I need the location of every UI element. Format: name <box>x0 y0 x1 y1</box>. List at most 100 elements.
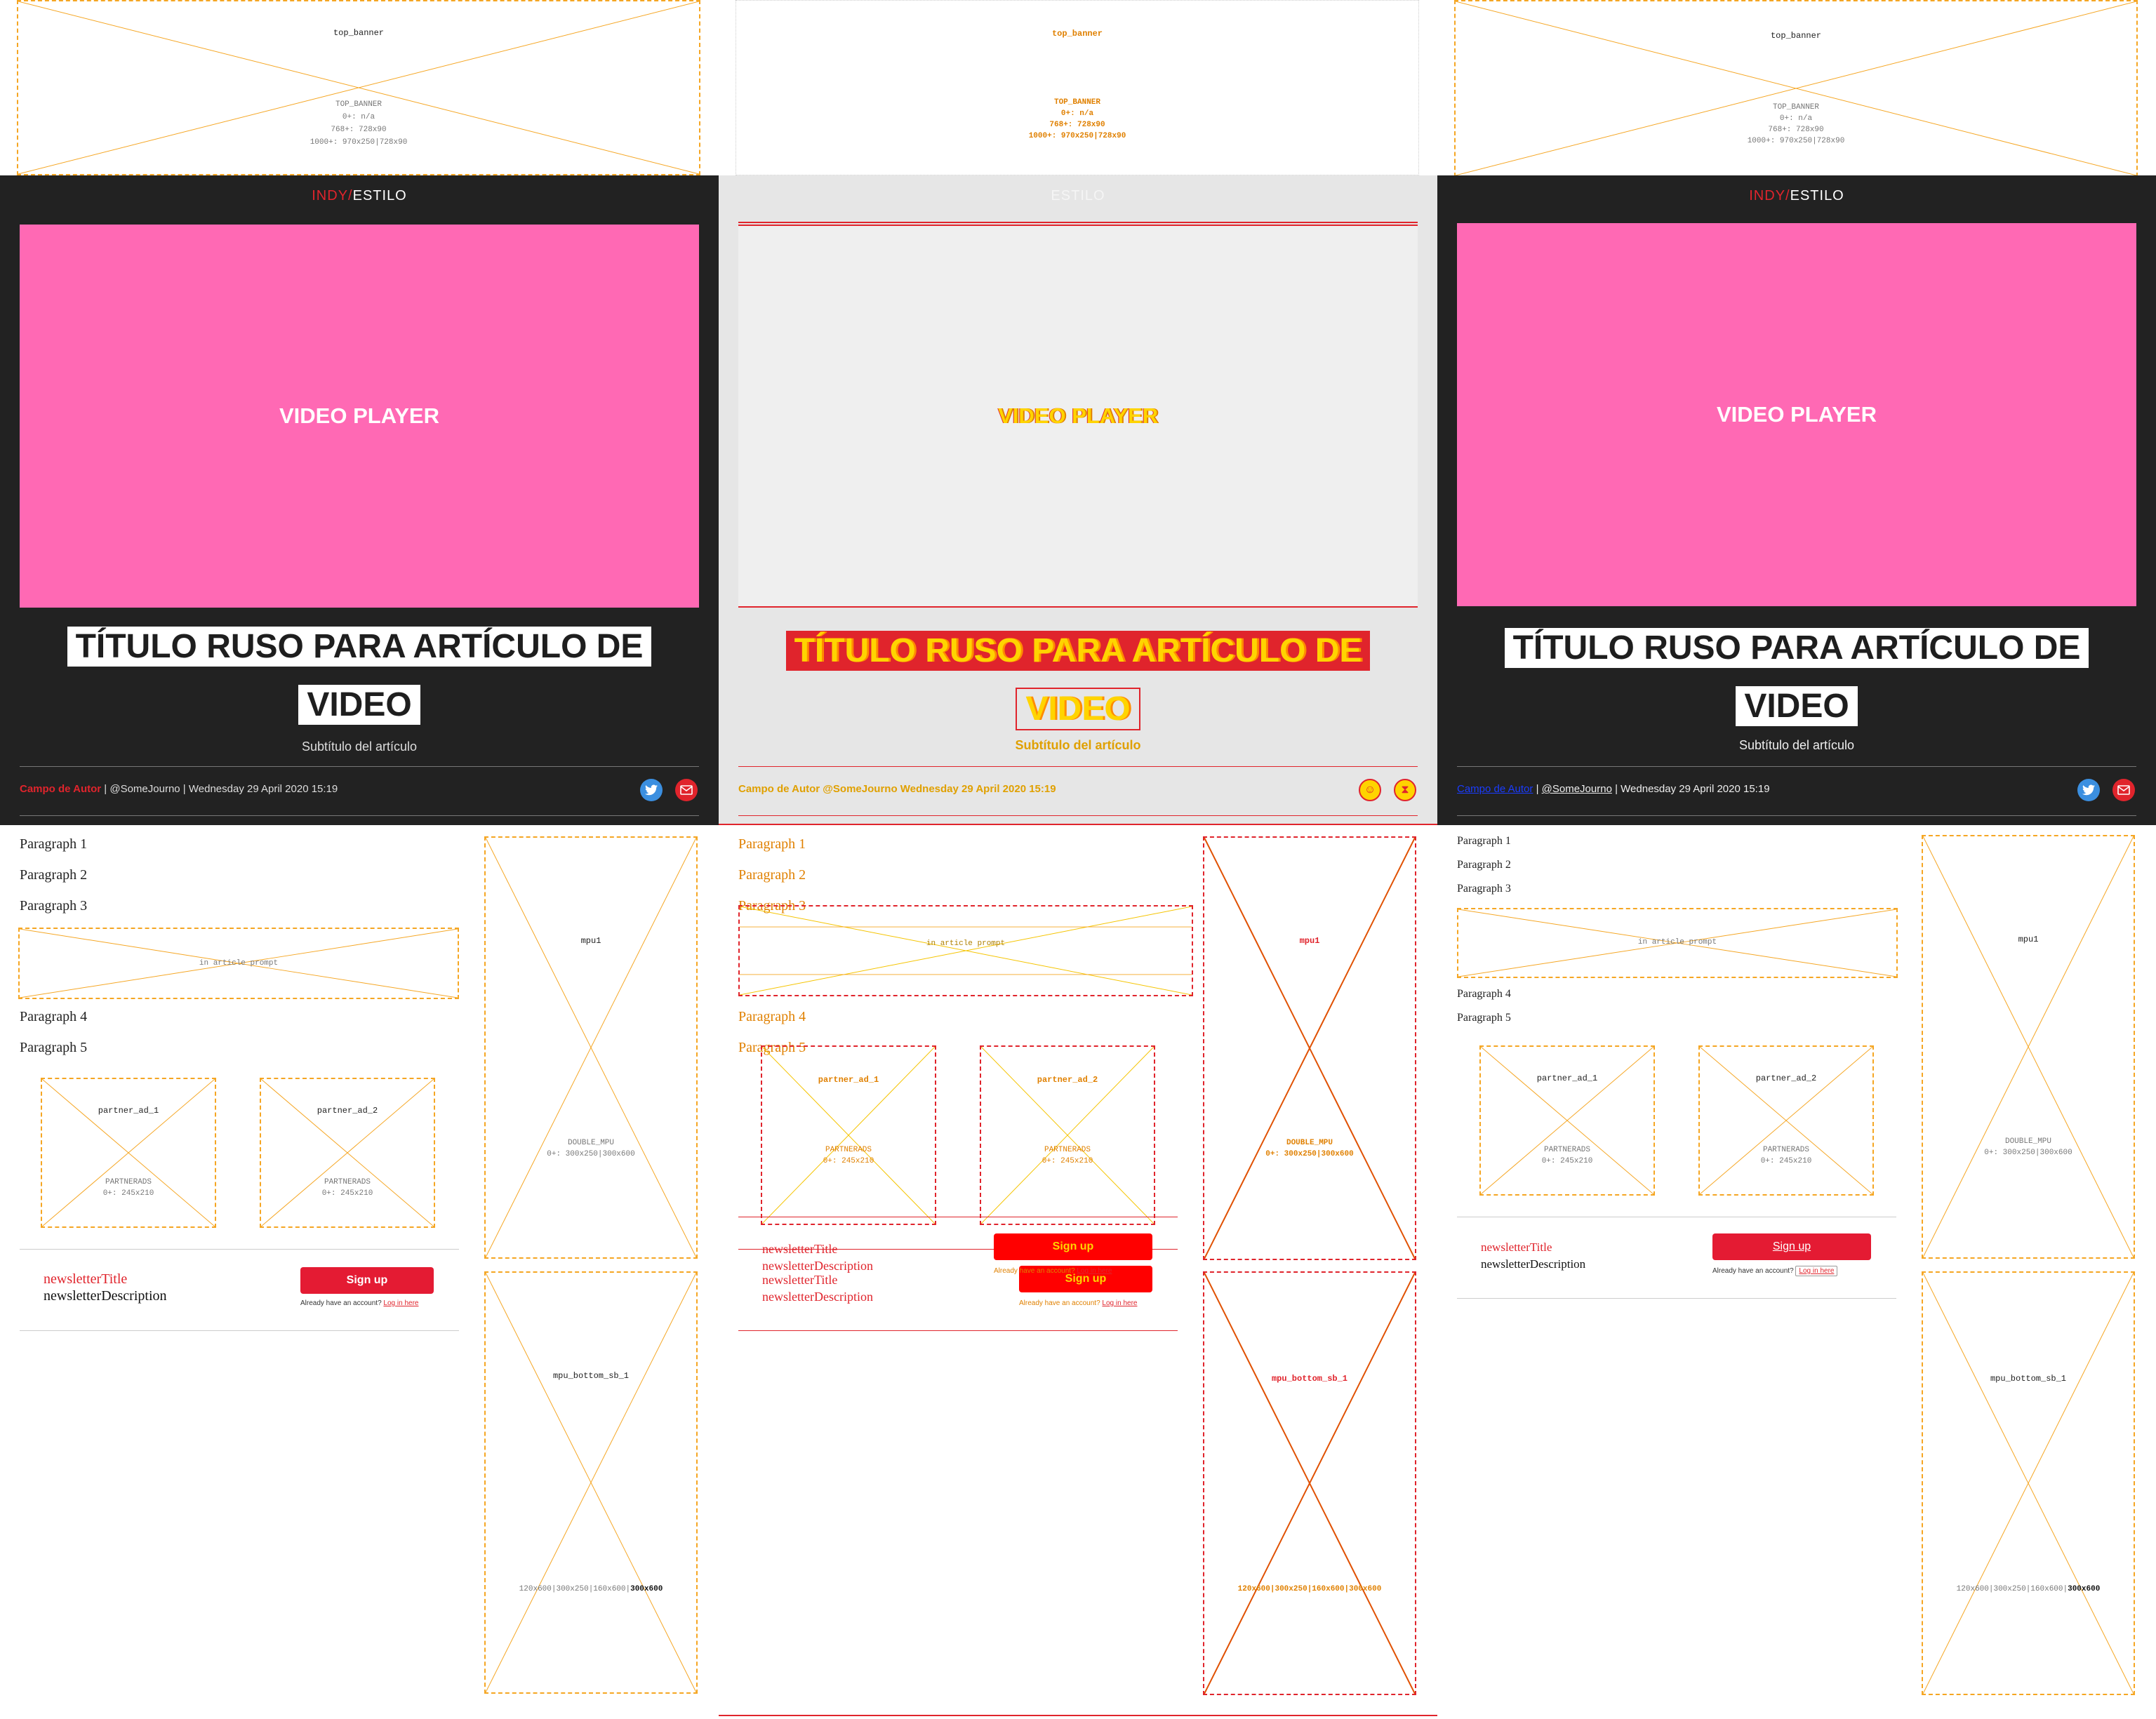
site-logo[interactable]: INDY/ESTILO <box>1437 188 2156 204</box>
article-title: TÍTULO RUSO PARA ARTÍCULO DE VIDEO <box>761 626 1395 742</box>
paragraph: Paragraph 5 <box>1457 1012 1511 1024</box>
email-share-button[interactable] <box>675 779 698 801</box>
brand-section: ESTILO <box>1051 188 1105 203</box>
twitter-share-button[interactable] <box>2077 779 2100 801</box>
ad-slot-size: 0+: 300x250|300x600 <box>547 1150 635 1158</box>
video-player-label: VIDEO PLAYER <box>998 403 1158 428</box>
email-icon <box>2117 785 2130 795</box>
twitter-icon <box>2082 784 2095 796</box>
top-banner-ad-slot: top_banner TOP_BANNER 0+: n/a 768+: 728x… <box>17 0 700 175</box>
article-header: INDY/ESTILO VIDEO PLAYER TÍTULO RUSO PAR… <box>0 175 719 825</box>
partner-ad-slot: partner_ad_1 PARTNERADS 0+: 245x210 <box>41 1078 216 1228</box>
ad-placeholder-cross <box>1923 1273 2134 1694</box>
twitter-share-button[interactable]: ☺ <box>1359 779 1381 801</box>
author-link[interactable]: Campo de Autor <box>738 783 820 795</box>
mpu1-ad-slot: mpu1 DOUBLE_MPU 0+: 300x250|300x600 <box>1922 835 2135 1259</box>
partner-ad-slot: partner_ad_2 PARTNERADS 0+: 245x210 <box>260 1078 435 1228</box>
login-prompt: Already have an account? Log in here <box>994 1267 1112 1275</box>
ad-placeholder-cross <box>18 1 699 174</box>
email-share-button[interactable] <box>2112 779 2135 801</box>
diff-line <box>719 1715 1437 1716</box>
paragraph: Paragraph 1 <box>20 836 88 852</box>
ad-placeholder-cross <box>740 907 1192 995</box>
email-icon <box>680 785 693 795</box>
ad-slot-code: PARTNERADS <box>1044 1146 1091 1154</box>
ad-slot-name: top_banner <box>1051 29 1103 39</box>
in-article-prompt-slot: in article prompt <box>1457 908 1898 978</box>
ad-slot-name: partner_ad_1 <box>98 1106 159 1116</box>
divider <box>1457 815 2136 816</box>
ad-slot-code: PARTNERADS <box>1762 1146 1809 1154</box>
paragraph: Paragraph 3 <box>1457 883 1511 895</box>
ad-slot-sizes: 120x600|300x250|160x600|300x600 <box>1204 1584 1415 1595</box>
ad-slot-sizes: 120x600|300x250|160x600|300x600 <box>1923 1584 2134 1595</box>
ad-slot-name: top_banner <box>1770 31 1821 41</box>
email-share-button[interactable]: ⧗ <box>1394 779 1416 801</box>
diff-line <box>738 222 1418 223</box>
size-bold: 300x600 <box>1349 1585 1382 1593</box>
login-link[interactable]: Log in here <box>1795 1266 1838 1276</box>
newsletter-signup-button[interactable]: Sign up <box>994 1233 1152 1260</box>
ad-slot-size: 0+: 245x210 <box>823 1157 874 1165</box>
paragraph: Paragraph 1 <box>738 836 806 852</box>
newsletter-divider <box>20 1330 459 1331</box>
video-player[interactable]: VIDEO PLAYER <box>738 225 1418 608</box>
mpu-bottom-ad-slot: mpu_bottom_sb_1 120x600|300x250|160x600|… <box>1203 1271 1416 1695</box>
newsletter-title: newsletterTitle <box>1481 1240 1552 1254</box>
ad-slot-code: TOP_BANNER <box>335 100 382 109</box>
ad-slot-name: mpu_bottom_sb_1 <box>1990 1374 2067 1384</box>
newsletter-description: newsletterDescription <box>762 1259 873 1273</box>
author-handle[interactable]: @SomeJourno <box>1542 783 1612 795</box>
ad-slot-name: partner_ad_2 <box>317 1106 378 1116</box>
author-handle[interactable]: @SomeJourno <box>823 783 897 795</box>
article-header: INDY/ESTILO VIDEO PLAYER TÍTULO RUSO PAR… <box>1437 175 2156 825</box>
separator: | <box>180 783 189 795</box>
site-logo[interactable]: INDY/ESTILO <box>0 188 719 204</box>
brand-indy: INDY <box>312 188 349 203</box>
ad-placeholder-cross <box>42 1079 215 1226</box>
video-player[interactable]: VIDEO PLAYER <box>20 225 699 608</box>
ad-slot-size: 768+: 728x90 <box>1049 121 1105 129</box>
top-banner-ad-slot: top_banner TOP_BANNER 0+: n/a 768+: 728x… <box>736 0 1419 175</box>
author-link[interactable]: Campo de Autor <box>1457 783 1533 795</box>
twitter-icon <box>645 784 658 796</box>
author-handle[interactable]: @SomeJourno <box>109 783 180 795</box>
publish-date: Wednesday 29 April 2020 15:19 <box>188 783 338 795</box>
ad-slot-size: 768+: 728x90 <box>331 126 387 134</box>
prompt-label: in article prompt <box>199 959 279 968</box>
paragraph: Paragraph 3 <box>20 898 88 914</box>
ad-slot-code: PARTNERADS <box>825 1146 872 1154</box>
paragraph: Paragraph 4 <box>20 1009 88 1024</box>
title-line: TÍTULO RUSO PARA ARTÍCULO DE <box>785 631 1371 671</box>
login-link[interactable]: Log in here <box>1077 1267 1112 1275</box>
ad-placeholder-cross <box>1204 1273 1415 1694</box>
video-player[interactable]: VIDEO PLAYER <box>1457 223 2136 606</box>
ad-slot-size: 1000+: 970x250|728x90 <box>310 138 408 147</box>
newsletter-signup-button[interactable]: Sign up <box>1712 1233 1871 1260</box>
article-subtitle: Subtítulo del artículo <box>301 740 418 754</box>
newsletter-divider <box>1457 1298 1896 1299</box>
already-text: Already have an account? <box>994 1267 1075 1275</box>
ad-slot-code: PARTNERADS <box>105 1178 152 1186</box>
paragraph: Paragraph 2 <box>20 867 88 883</box>
login-prompt: Already have an account? Log in here <box>1712 1266 1838 1276</box>
login-link[interactable]: Log in here <box>1102 1299 1137 1307</box>
site-logo[interactable]: ESTILO <box>719 188 1437 204</box>
ad-slot-size: 1000+: 970x250|728x90 <box>1747 137 1845 145</box>
article-subtitle: Subtítulo del artículo <box>1738 738 1855 752</box>
partner-ad-slot: partner_ad_2 PARTNERADS 0+: 245x210 <box>1698 1045 1874 1196</box>
twitter-share-button[interactable] <box>640 779 663 801</box>
login-link[interactable]: Log in here <box>383 1299 418 1307</box>
newsletter-title: newsletterTitle <box>44 1271 128 1287</box>
ad-slot-name: mpu_bottom_sb_1 <box>552 1371 630 1381</box>
newsletter-description: newsletterDescription <box>44 1288 167 1304</box>
author-link[interactable]: Campo de Autor <box>20 783 101 795</box>
ad-placeholder-cross <box>981 1047 1154 1224</box>
newsletter-signup-button[interactable]: Sign up <box>300 1267 434 1294</box>
separator: | <box>101 783 110 795</box>
ad-slot-code: DOUBLE_MPU <box>567 1139 614 1147</box>
ad-slot-code: PARTNERADS <box>324 1178 371 1186</box>
already-text: Already have an account? <box>1712 1267 1794 1275</box>
screenshot-panel-before: top_banner TOP_BANNER 0+: n/a 768+: 728x… <box>0 0 719 1719</box>
ad-slot-name: partner_ad_2 <box>1755 1073 1817 1083</box>
